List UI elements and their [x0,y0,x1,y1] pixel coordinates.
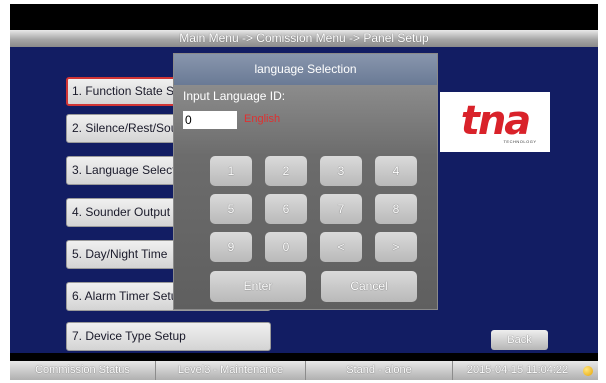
menu-item-device-type-setup[interactable]: 7. Device Type Setup [66,322,271,351]
enter-button[interactable]: Enter [210,271,306,302]
panel-screen: Main Menu -> Comission Menu -> Panel Set… [10,4,598,380]
status-bar: Commission Status Level3 - Maintenance S… [10,361,598,380]
company-logo: tna TECHNOLOGY [440,92,550,152]
datetime-display: 2015-04-15 11:04:22 [452,361,582,380]
access-level: Level3 - Maintenance [155,361,305,380]
logo-subtext: TECHNOLOGY [503,138,537,144]
cancel-button[interactable]: Cancel [321,271,417,302]
key-2[interactable]: 2 [265,156,307,186]
key-0[interactable]: 0 [265,232,307,262]
key-4[interactable]: 4 [375,156,417,186]
breadcrumb: Main Menu -> Comission Menu -> Panel Set… [10,30,598,47]
status-indicator-icon [583,366,593,376]
key-9[interactable]: 9 [210,232,252,262]
key-prev[interactable]: < [320,232,362,262]
commission-status: Commission Status [35,364,130,376]
key-1[interactable]: 1 [210,156,252,186]
language-selection-dialog: language Selection Input Language ID: En… [173,53,438,310]
language-id-input[interactable] [183,111,237,129]
key-8[interactable]: 8 [375,194,417,224]
input-language-id-label: Input Language ID: [183,89,286,103]
key-5[interactable]: 5 [210,194,252,224]
logo-text: tna [460,97,532,144]
language-name-display: English [244,113,281,125]
back-button[interactable]: Back [491,330,548,350]
key-next[interactable]: > [375,232,417,262]
key-6[interactable]: 6 [265,194,307,224]
key-7[interactable]: 7 [320,194,362,224]
key-3[interactable]: 3 [320,156,362,186]
network-mode: Stand - alone [305,361,452,380]
dialog-title: language Selection [174,54,437,85]
